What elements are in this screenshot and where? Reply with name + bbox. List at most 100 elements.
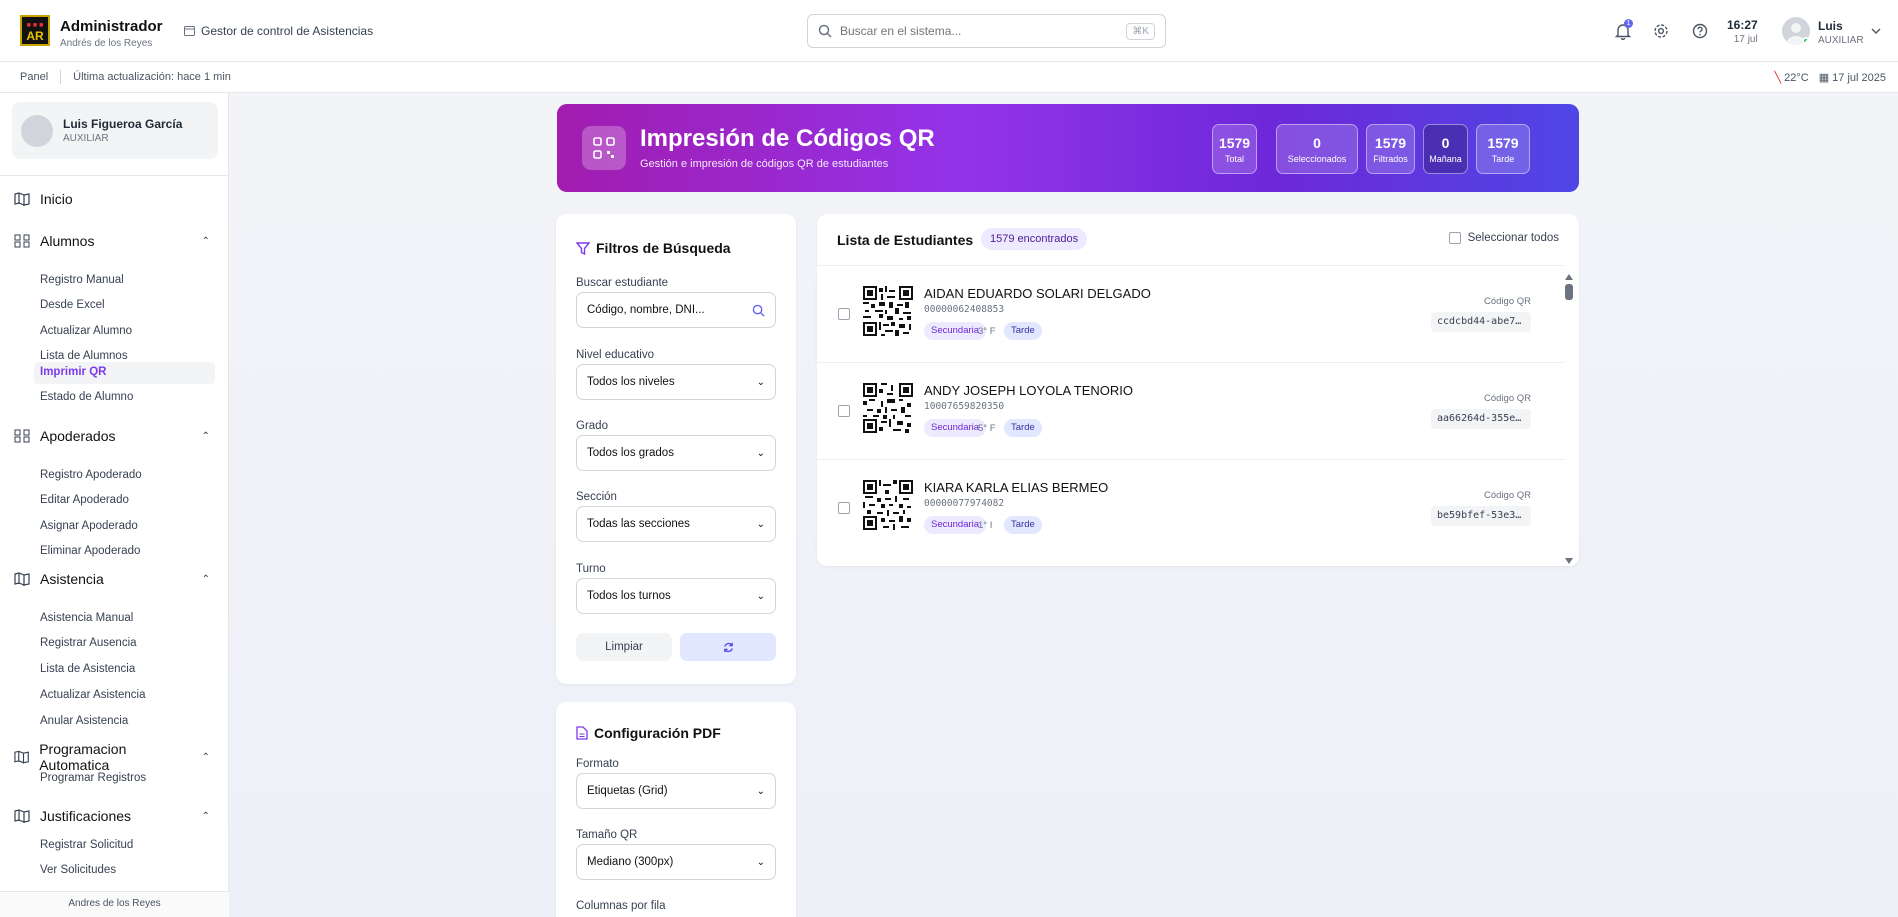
row-checkbox[interactable]	[838, 502, 850, 514]
level-badge: Secundaria	[924, 419, 987, 437]
sidebar-item-alumnos[interactable]: Alumnos ⌃	[14, 233, 210, 249]
table-row[interactable]: ANDY JOSEPH LOYOLA TENORIO 1000765982035…	[817, 362, 1565, 459]
page-subtitle: Gestión e impresión de códigos QR de est…	[640, 158, 889, 170]
row-checkbox[interactable]	[838, 308, 850, 320]
student-code: 00000077974082	[924, 498, 1005, 509]
main-content: Impresión de Códigos QR Gestión e impres…	[229, 93, 1898, 917]
sidebar-item-programacion[interactable]: Programacion Automatica ⌃	[14, 741, 210, 773]
sidebar-item-estado-alumno[interactable]: Estado de Alumno	[40, 391, 133, 403]
pdf-config-panel: Configuración PDF Formato Etiquetas (Gri…	[556, 702, 796, 917]
sidebar-item-registro-manual[interactable]: Registro Manual	[40, 274, 124, 286]
qr-code-label: Código QR	[1484, 490, 1531, 501]
brand: Administrador Andrés de los Reyes	[60, 18, 163, 49]
chevron-down-icon: ⌄	[756, 856, 765, 868]
search-student-label: Buscar estudiante	[576, 277, 669, 289]
sidebar-item-asistencia-manual[interactable]: Asistencia Manual	[40, 612, 133, 624]
sidebar-item-eliminar-apoderado[interactable]: Eliminar Apoderado	[40, 545, 140, 557]
nivel-select[interactable]: Todos los niveles ⌄	[576, 364, 776, 400]
search-student-input[interactable]: Código, nombre, DNI...	[576, 292, 776, 328]
formato-select[interactable]: Etiquetas (Grid) ⌄	[576, 773, 776, 809]
grado-label: Grado	[576, 420, 608, 432]
stat-total: 1579 Total	[1212, 124, 1257, 174]
sidebar-item-justificaciones[interactable]: Justificaciones ⌃	[14, 808, 210, 824]
stat-tarde: 1579 Tarde	[1476, 124, 1530, 174]
user-menu[interactable]: Luis AUXILIAR	[1818, 19, 1864, 46]
scroll-up-icon	[1565, 274, 1573, 280]
sidebar-item-anular-asistencia[interactable]: Anular Asistencia	[40, 715, 128, 727]
stat-manana: 0 Mañana	[1423, 124, 1468, 174]
chevron-up-icon: ⌃	[201, 430, 210, 442]
qr-code-value: be59bfef-53e3…	[1431, 506, 1531, 526]
sidebar-item-programar-registros[interactable]: Programar Registros	[40, 772, 146, 784]
sidebar-item-lista-alumnos[interactable]: Lista de Alumnos	[40, 350, 128, 362]
student-code: 00000062408853	[924, 304, 1005, 315]
qr-code-icon	[863, 286, 913, 336]
student-name: AIDAN EDUARDO SOLARI DELGADO	[924, 286, 1151, 301]
chevron-down-icon[interactable]	[1866, 21, 1886, 41]
page-title: Impresión de Códigos QR	[640, 125, 935, 152]
sidebar-item-inicio[interactable]: Inicio	[14, 191, 210, 207]
notification-badge: 1	[1624, 19, 1633, 28]
grado-select[interactable]: Todos los grados ⌄	[576, 435, 776, 471]
qr-code-icon	[863, 480, 913, 530]
bell-icon[interactable]: 1	[1613, 19, 1633, 41]
student-name: KIARA KARLA ELIAS BERMEO	[924, 480, 1109, 495]
turno-select[interactable]: Todos los turnos ⌄	[576, 578, 776, 614]
breadcrumb-panel[interactable]: Panel	[20, 71, 48, 83]
seccion-select[interactable]: Todas las secciones ⌄	[576, 506, 776, 542]
divider	[60, 70, 62, 84]
sidebar-profile[interactable]: Luis Figueroa García AUXILIAR	[12, 102, 218, 159]
sidebar-item-asistencia[interactable]: Asistencia ⌃	[14, 571, 210, 587]
grade-section: 1° I	[978, 520, 993, 531]
stat-seleccionados: 0 Seleccionados	[1276, 124, 1358, 174]
sidebar-item-registrar-solicitud[interactable]: Registrar Solicitud	[40, 839, 133, 851]
scrollbar-thumb[interactable]	[1565, 284, 1573, 300]
row-checkbox[interactable]	[838, 405, 850, 417]
map-icon	[14, 192, 30, 206]
checkbox[interactable]	[1448, 232, 1461, 244]
clear-filters-button[interactable]: Limpiar	[576, 633, 672, 661]
tamano-select[interactable]: Mediano (300px) ⌄	[576, 844, 776, 880]
online-status-dot	[1802, 37, 1810, 45]
status-bar: Panel Última actualización: hace 1 min ╲…	[0, 62, 1898, 93]
chevron-down-icon: ⌄	[756, 590, 765, 602]
chevron-down-icon: ⌄	[756, 376, 765, 388]
refresh-button[interactable]	[680, 633, 776, 661]
sidebar-item-imprimir-qr[interactable]: Imprimir QR	[34, 362, 215, 384]
thermometer-icon: ╲	[1774, 72, 1782, 84]
sidebar-item-apoderados[interactable]: Apoderados ⌃	[14, 428, 210, 444]
tamano-label: Tamaño QR	[576, 829, 638, 841]
map-icon	[14, 572, 30, 586]
sidebar-item-lista-asistencia[interactable]: Lista de Asistencia	[40, 663, 135, 675]
divider	[0, 175, 229, 176]
shift-badge: Tarde	[1004, 322, 1042, 340]
profile-role: AUXILIAR	[63, 133, 109, 144]
user-avatar[interactable]	[1782, 17, 1810, 45]
sidebar-item-registro-apoderado[interactable]: Registro Apoderado	[40, 469, 142, 481]
table-row[interactable]: KIARA KARLA ELIAS BERMEO 00000077974082 …	[817, 459, 1565, 556]
nivel-label: Nivel educativo	[576, 349, 654, 361]
qr-code-label: Código QR	[1484, 296, 1531, 307]
select-all-checkbox[interactable]: Seleccionar todos	[1448, 232, 1559, 244]
help-icon[interactable]	[1690, 21, 1710, 41]
sidebar-item-actualizar-alumno[interactable]: Actualizar Alumno	[40, 325, 132, 337]
sidebar-item-registrar-ausencia[interactable]: Registrar Ausencia	[40, 637, 137, 649]
student-list-title: Lista de Estudiantes	[837, 232, 974, 248]
page-header: Impresión de Códigos QR Gestión e impres…	[557, 104, 1579, 192]
clock: 16:27 17 jul	[1727, 18, 1758, 45]
sidebar-item-asignar-apoderado[interactable]: Asignar Apoderado	[40, 520, 138, 532]
sidebar-item-desde-excel[interactable]: Desde Excel	[40, 299, 105, 311]
sidebar-item-ver-solicitudes[interactable]: Ver Solicitudes	[40, 864, 116, 876]
full-date: ▦ 17 jul 2025	[1818, 72, 1886, 84]
global-search[interactable]: ⌘K	[807, 14, 1166, 48]
scrollbar[interactable]	[1565, 274, 1573, 564]
sidebar-item-actualizar-asistencia[interactable]: Actualizar Asistencia	[40, 689, 145, 701]
gear-icon[interactable]	[1651, 21, 1671, 41]
sidebar-item-editar-apoderado[interactable]: Editar Apoderado	[40, 494, 129, 506]
table-row[interactable]: AIDAN EDUARDO SOLARI DELGADO 00000062408…	[817, 265, 1565, 362]
map-icon	[14, 750, 29, 764]
shift-badge: Tarde	[1004, 516, 1042, 534]
grid-icon	[14, 429, 30, 443]
columnas-label: Columnas por fila	[576, 900, 666, 912]
global-search-input[interactable]	[840, 24, 1119, 38]
